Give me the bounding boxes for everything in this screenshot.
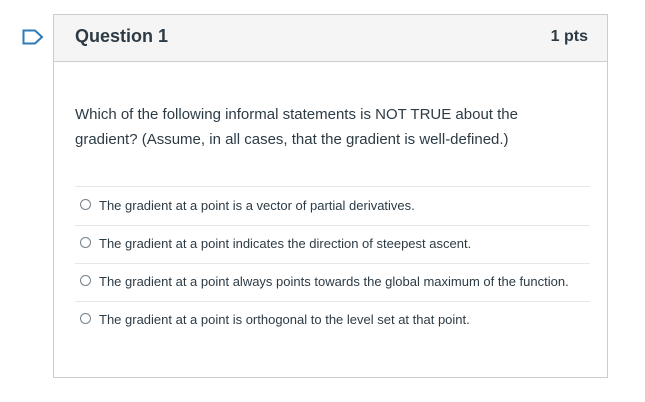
- answer-option-2[interactable]: The gradient at a point indicates the di…: [75, 225, 590, 263]
- answer-label[interactable]: The gradient at a point is orthogonal to…: [99, 310, 569, 330]
- answer-list: The gradient at a point is a vector of p…: [75, 186, 590, 339]
- answer-option-1[interactable]: The gradient at a point is a vector of p…: [75, 186, 590, 225]
- answer-label[interactable]: The gradient at a point indicates the di…: [99, 234, 569, 254]
- answer-option-4[interactable]: The gradient at a point is orthogonal to…: [75, 301, 590, 339]
- radio-icon[interactable]: [80, 199, 91, 210]
- question-points: 1 pts: [550, 28, 588, 45]
- question-card: Question 1 1 pts Which of the following …: [53, 14, 608, 378]
- answer-label[interactable]: The gradient at a point is a vector of p…: [99, 196, 569, 216]
- answer-label[interactable]: The gradient at a point always points to…: [99, 272, 569, 292]
- radio-icon[interactable]: [80, 275, 91, 286]
- question-title: Question 1: [75, 26, 169, 46]
- quiz-page: Question 1 1 pts Which of the following …: [0, 0, 645, 402]
- question-header: Question 1 1 pts: [54, 15, 607, 62]
- flag-question-icon[interactable]: [22, 29, 44, 45]
- question-text: Which of the following informal statemen…: [75, 106, 518, 148]
- radio-icon[interactable]: [80, 313, 91, 324]
- answer-option-3[interactable]: The gradient at a point always points to…: [75, 263, 590, 301]
- radio-icon[interactable]: [80, 237, 91, 248]
